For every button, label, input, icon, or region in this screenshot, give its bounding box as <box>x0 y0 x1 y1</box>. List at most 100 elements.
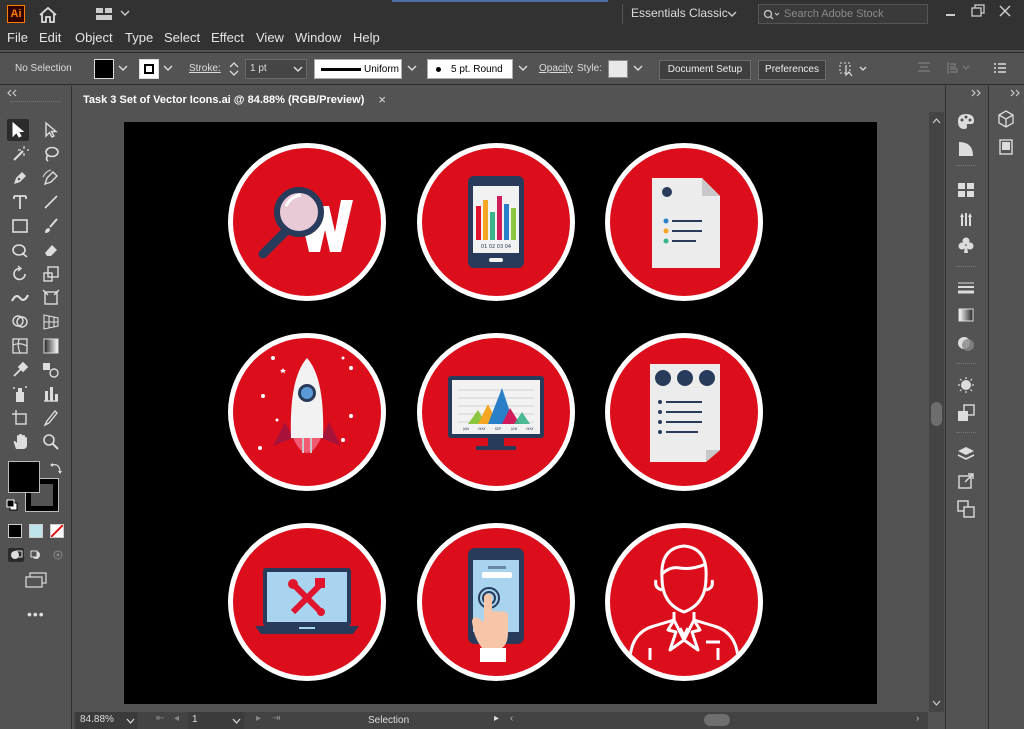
style-dropdown-icon[interactable] <box>633 65 643 72</box>
menu-view[interactable]: View <box>256 30 284 45</box>
paintbrush-tool-icon[interactable] <box>40 215 62 237</box>
swatches-icon[interactable] <box>955 179 977 201</box>
stroke-dropdown-icon[interactable] <box>163 65 173 72</box>
arrange-documents-icon[interactable] <box>96 8 130 23</box>
chevron-down-icon[interactable] <box>126 718 135 724</box>
artboard-tool-icon[interactable] <box>9 407 31 429</box>
menu-type[interactable]: Type <box>125 30 153 45</box>
preferences-button[interactable]: Preferences <box>758 60 826 80</box>
artboard-number-field[interactable]: 1 <box>188 712 244 729</box>
fill-color-box[interactable] <box>8 461 40 493</box>
magnifier-w-icon[interactable] <box>228 143 386 301</box>
menu-select[interactable]: Select <box>164 30 200 45</box>
none-mode-button[interactable] <box>50 524 64 538</box>
lasso-tool-icon[interactable] <box>40 143 62 165</box>
document-icon[interactable] <box>605 143 763 301</box>
opacity-label[interactable]: Opacity <box>539 63 573 74</box>
rocket-icon[interactable] <box>228 333 386 491</box>
symbol-sprayer-tool-icon[interactable] <box>9 383 31 405</box>
mesh-tool-icon[interactable] <box>9 335 31 357</box>
laptop-tools-icon[interactable] <box>228 523 386 681</box>
properties-icon[interactable] <box>995 136 1017 158</box>
scroll-right-icon[interactable]: › <box>916 713 919 724</box>
stroke-label[interactable]: Stroke: <box>189 63 221 74</box>
line-segment-tool-icon[interactable] <box>40 191 62 213</box>
phone-touch-icon[interactable] <box>417 523 575 681</box>
direct-selection-tool-icon[interactable] <box>40 119 62 141</box>
fill-swatch[interactable] <box>94 59 114 79</box>
menu-effect[interactable]: Effect <box>211 30 244 45</box>
hand-tool-icon[interactable] <box>9 431 31 453</box>
color-guide-icon[interactable] <box>955 138 977 160</box>
fill-dropdown-icon[interactable] <box>118 65 128 72</box>
selection-tool-icon[interactable] <box>7 119 29 141</box>
stroke-panel-icon[interactable] <box>955 277 977 299</box>
rotate-tool-icon[interactable] <box>9 263 31 285</box>
chevron-down-icon[interactable] <box>293 66 303 73</box>
stock-search[interactable]: Search Adobe Stock <box>758 4 928 24</box>
brush-definition[interactable]: 5 pt. Round <box>427 59 513 79</box>
collapse-panel-icon[interactable] <box>6 89 18 97</box>
appearance-icon[interactable] <box>955 374 977 396</box>
pen-tool-icon[interactable] <box>9 167 31 189</box>
scroll-down-icon[interactable] <box>932 700 941 706</box>
profile-dropdown-icon[interactable] <box>407 65 417 72</box>
home-icon[interactable] <box>38 6 58 27</box>
graphic-styles-icon[interactable] <box>955 402 977 424</box>
draw-inside-icon[interactable] <box>50 548 66 562</box>
last-artboard-icon[interactable]: ⇥ <box>272 713 280 724</box>
perspective-grid-tool-icon[interactable] <box>40 311 62 333</box>
previous-artboard-icon[interactable]: ◂ <box>174 713 179 724</box>
menu-help[interactable]: Help <box>353 30 380 45</box>
gradient-panel-icon[interactable] <box>955 304 977 326</box>
libraries-3d-icon[interactable] <box>995 108 1017 130</box>
businessman-icon[interactable] <box>605 523 763 681</box>
rectangle-tool-icon[interactable] <box>9 215 31 237</box>
chevron-down-icon[interactable] <box>232 718 241 724</box>
draw-normal-icon[interactable] <box>8 548 24 562</box>
blend-tool-icon[interactable] <box>40 359 62 381</box>
close-window-button[interactable] <box>998 4 1018 20</box>
zoom-field[interactable]: 84.88% <box>76 712 138 729</box>
export-icon[interactable] <box>955 470 977 492</box>
expand-panel-icon[interactable] <box>1009 89 1021 97</box>
color-panel-icon[interactable] <box>955 110 977 132</box>
stroke-weight-field[interactable]: 1 pt <box>245 59 307 79</box>
draw-behind-icon[interactable] <box>29 548 45 562</box>
document-tab[interactable]: Task 3 Set of Vector Icons.ai @ 84.88% (… <box>76 89 390 111</box>
scroll-left-icon[interactable]: ‹ <box>510 713 513 724</box>
brushes-icon[interactable] <box>955 207 977 229</box>
eyedropper-tool-icon[interactable] <box>9 359 31 381</box>
minimize-button[interactable] <box>941 6 961 20</box>
vertical-scrollbar[interactable] <box>929 112 944 712</box>
screen-mode-icon[interactable] <box>24 572 48 591</box>
gradient-tool-icon[interactable] <box>40 335 62 357</box>
horizontal-scroll-thumb[interactable] <box>704 714 730 726</box>
workspace-switcher[interactable]: Essentials Classic <box>622 4 742 24</box>
menu-object[interactable]: Object <box>75 30 113 45</box>
align-icon[interactable] <box>917 61 931 78</box>
curvature-tool-icon[interactable] <box>40 167 62 189</box>
edit-toolbar-icon[interactable]: ••• <box>27 606 45 622</box>
monitor-chart-icon[interactable]: JAN MAY SEP JUN MAY <box>417 333 575 491</box>
transform-icon[interactable] <box>946 61 974 78</box>
zoom-tool-icon[interactable] <box>40 431 62 453</box>
column-graph-tool-icon[interactable] <box>40 383 62 405</box>
scale-tool-icon[interactable] <box>40 263 62 285</box>
transparency-icon[interactable] <box>955 333 977 355</box>
menu-file[interactable]: File <box>7 30 28 45</box>
scroll-thumb[interactable] <box>931 402 942 426</box>
eraser-tool-icon[interactable] <box>40 239 62 261</box>
document-setup-button[interactable]: Document Setup <box>659 60 751 80</box>
slice-tool-icon[interactable] <box>40 407 62 429</box>
menu-window[interactable]: Window <box>295 30 341 45</box>
status-menu-icon[interactable]: ▸ <box>494 713 499 724</box>
width-tool-icon[interactable] <box>9 287 31 309</box>
stroke-weight-stepper[interactable] <box>228 59 244 79</box>
shaper-tool-icon[interactable] <box>9 239 31 261</box>
layers-icon[interactable] <box>955 443 977 465</box>
swap-colors-icon[interactable] <box>49 461 63 475</box>
next-artboard-icon[interactable]: ▸ <box>256 713 261 724</box>
color-mode-button[interactable] <box>8 524 22 538</box>
artboards-icon[interactable] <box>955 498 977 520</box>
